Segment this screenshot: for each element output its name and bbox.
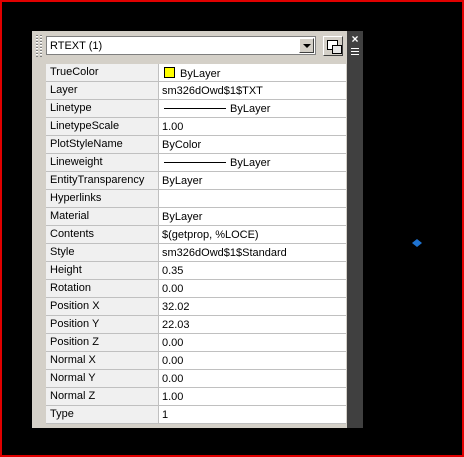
property-name: EntityTransparency — [46, 172, 159, 189]
property-value[interactable]: 0.00 — [159, 370, 346, 387]
property-value[interactable]: 0.35 — [159, 262, 346, 279]
property-value-text: 1.00 — [162, 391, 184, 403]
property-name: Linetype — [46, 100, 159, 117]
property-value[interactable]: 0.00 — [159, 280, 346, 297]
property-name: Normal Y — [46, 370, 159, 387]
properties-palette: RTEXT (1) × TrueColor ByLayer Layer sm326dO… — [32, 31, 363, 428]
property-value-text: sm326dOwd$1$TXT — [162, 85, 263, 97]
property-value[interactable]: ByColor — [159, 136, 346, 153]
property-row[interactable]: EntityTransparency ByLayer — [46, 172, 346, 190]
property-row[interactable]: Position X 32.02 — [46, 298, 346, 316]
property-name: TrueColor — [46, 64, 159, 81]
property-row[interactable]: Rotation 0.00 — [46, 280, 346, 298]
property-row[interactable]: Lineweight ByLayer — [46, 154, 346, 172]
palette-title-bar[interactable] — [347, 31, 363, 428]
property-name: Layer — [46, 82, 159, 99]
property-value[interactable]: 22.03 — [159, 316, 346, 333]
property-value[interactable]: 0.00 — [159, 334, 346, 351]
property-name: Normal X — [46, 352, 159, 369]
property-value-text: 0.35 — [162, 265, 184, 277]
property-name: Type — [46, 406, 159, 423]
property-name: Position X — [46, 298, 159, 315]
property-value-text: 0.00 — [162, 373, 184, 385]
property-row[interactable]: Position Z 0.00 — [46, 334, 346, 352]
property-value-text: 1 — [162, 409, 169, 421]
palette-drag-handle[interactable] — [32, 31, 46, 428]
property-name: Normal Z — [46, 388, 159, 405]
property-value-text: ByLayer — [180, 68, 221, 80]
property-value-text: 0.00 — [162, 355, 184, 367]
property-row[interactable]: Normal X 0.00 — [46, 352, 346, 370]
quick-select-button[interactable] — [323, 36, 343, 56]
object-type-select[interactable]: RTEXT (1) — [46, 36, 316, 55]
property-value-text: ByLayer — [162, 175, 203, 187]
color-swatch-icon — [164, 67, 175, 78]
property-row[interactable]: Contents $(getprop, %LOCE) — [46, 226, 346, 244]
property-name: Hyperlinks — [46, 190, 159, 207]
property-value-text: ByLayer — [230, 103, 271, 115]
property-value[interactable]: 1.00 — [159, 118, 346, 135]
property-value-text: 1.00 — [162, 121, 184, 133]
property-row[interactable]: Linetype ByLayer — [46, 100, 346, 118]
property-name: PlotStyleName — [46, 136, 159, 153]
property-row[interactable]: Height 0.35 — [46, 262, 346, 280]
property-value[interactable]: 1 — [159, 406, 346, 423]
property-value[interactable]: 32.02 — [159, 298, 346, 315]
close-icon[interactable]: × — [350, 33, 360, 45]
menu-icon[interactable] — [351, 48, 359, 56]
property-row[interactable]: Type 1 — [46, 406, 346, 424]
line-sample-icon — [164, 108, 226, 109]
property-name: Position Y — [46, 316, 159, 333]
property-row[interactable]: LinetypeScale 1.00 — [46, 118, 346, 136]
property-value-text: 32.02 — [162, 301, 190, 313]
property-value[interactable] — [159, 190, 346, 207]
property-row[interactable]: Material ByLayer — [46, 208, 346, 226]
property-value[interactable]: sm326dOwd$1$Standard — [159, 244, 346, 261]
property-value[interactable]: $(getprop, %LOCE) — [159, 226, 346, 243]
property-row[interactable]: Normal Y 0.00 — [46, 370, 346, 388]
property-row[interactable]: TrueColor ByLayer — [46, 64, 346, 82]
property-value-text: 0.00 — [162, 337, 184, 349]
property-value-text: ByColor — [162, 139, 202, 151]
property-name: Position Z — [46, 334, 159, 351]
property-name: Style — [46, 244, 159, 261]
property-value[interactable]: ByLayer — [159, 172, 346, 189]
property-value-text: ByLayer — [230, 157, 271, 169]
property-value[interactable]: 1.00 — [159, 388, 346, 405]
property-name: Lineweight — [46, 154, 159, 171]
property-value[interactable]: 0.00 — [159, 352, 346, 369]
property-value[interactable]: ByLayer — [159, 100, 346, 117]
property-row[interactable]: Style sm326dOwd$1$Standard — [46, 244, 346, 262]
line-sample-icon — [164, 162, 226, 163]
property-value[interactable]: ByLayer — [159, 208, 346, 225]
property-name: Contents — [46, 226, 159, 243]
property-value-text: $(getprop, %LOCE) — [162, 229, 259, 241]
property-value[interactable]: sm326dOwd$1$TXT — [159, 82, 346, 99]
property-value-text: 0.00 — [162, 283, 184, 295]
property-row[interactable]: Position Y 22.03 — [46, 316, 346, 334]
property-row[interactable]: PlotStyleName ByColor — [46, 136, 346, 154]
property-row[interactable]: Layer sm326dOwd$1$TXT — [46, 82, 346, 100]
object-type-value: RTEXT (1) — [50, 40, 103, 52]
property-value[interactable]: ByLayer — [159, 154, 346, 171]
property-name: Material — [46, 208, 159, 225]
property-name: Rotation — [46, 280, 159, 297]
property-grid: TrueColor ByLayer Layer sm326dOwd$1$TXT Line… — [46, 64, 346, 424]
property-row[interactable]: Normal Z 1.00 — [46, 388, 346, 406]
property-name: LinetypeScale — [46, 118, 159, 135]
property-value-text: ByLayer — [162, 211, 203, 223]
property-value-text: sm326dOwd$1$Standard — [162, 247, 287, 259]
property-value-text: 22.03 — [162, 319, 190, 331]
grip-point-icon[interactable] — [412, 239, 422, 247]
property-row[interactable]: Hyperlinks — [46, 190, 346, 208]
chevron-down-icon[interactable] — [299, 38, 314, 53]
property-name: Height — [46, 262, 159, 279]
property-value[interactable]: ByLayer — [159, 64, 346, 81]
